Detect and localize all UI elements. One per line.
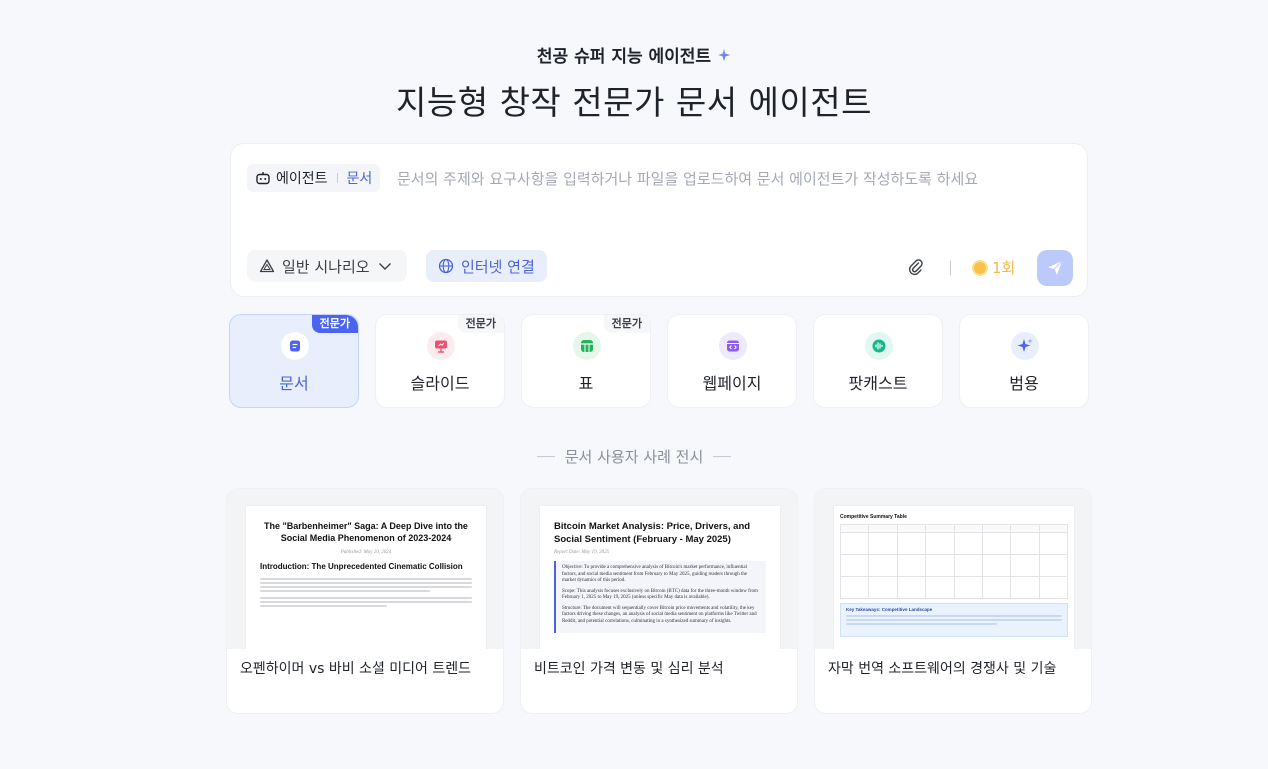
- eyebrow-text: 천공 슈퍼 지능 에이전트: [536, 47, 712, 67]
- agent-selector[interactable]: 에이전트 문서: [247, 164, 381, 192]
- category-document[interactable]: 전문가 문서: [229, 314, 359, 408]
- preview-body: [260, 578, 472, 607]
- internet-label: 인터넷 연결: [461, 257, 535, 276]
- robot-icon: [256, 172, 270, 185]
- preview-box-title: Key Takeaways: Competitive Landscape: [846, 607, 933, 612]
- document-preview: The "Barbenheimer" Saga: A Deep Dive int…: [246, 506, 486, 649]
- category-label: 팟캐스트: [848, 374, 908, 393]
- case-caption: 자막 번역 소프트웨어의 경쟁사 및 기술: [828, 661, 1057, 677]
- category-label: 문서: [279, 374, 309, 393]
- preview-heading: Introduction: The Unprecedented Cinemati…: [260, 562, 463, 571]
- category-podcast[interactable]: 팟캐스트: [813, 314, 943, 408]
- case-thumbnail: Competitive Summary Table Key Takeaways:…: [815, 489, 1091, 649]
- showcase-card-barbenheimer[interactable]: The "Barbenheimer" Saga: A Deep Dive int…: [226, 488, 504, 714]
- category-label: 슬라이드: [410, 374, 470, 393]
- preview-title: The "Barbenheimer" Saga: A Deep Dive int…: [264, 521, 468, 543]
- category-general[interactable]: 범용: [959, 314, 1089, 408]
- showcase-card-subtitle-software[interactable]: Competitive Summary Table Key Takeaways:…: [814, 488, 1092, 714]
- preview-meta: Report Date: May 19, 2025: [554, 550, 610, 555]
- podcast-icon: [865, 332, 893, 360]
- preview-callout: Objective: To provide a comprehensive an…: [554, 561, 766, 633]
- category-table[interactable]: 전문가 표: [521, 314, 651, 408]
- agent-type: 문서: [346, 171, 373, 187]
- send-button[interactable]: [1037, 250, 1073, 286]
- credits-counter: 1회: [972, 257, 1015, 278]
- preview-title: Bitcoin Market Analysis: Price, Drivers,…: [554, 521, 751, 545]
- expert-badge: 전문가: [457, 315, 504, 333]
- showcase-title: 문서 사용자 사례 전시: [0, 446, 1268, 467]
- page-eyebrow: 천공 슈퍼 지능 에이전트: [0, 42, 1268, 67]
- category-slides[interactable]: 전문가 슬라이드: [375, 314, 505, 408]
- sparkle-icon: [717, 48, 731, 61]
- triangle-icon: [259, 259, 275, 273]
- document-icon: [281, 332, 309, 360]
- category-label: 표: [578, 374, 594, 393]
- scenario-dropdown[interactable]: 일반 시나리오: [247, 250, 407, 282]
- paper-plane-icon: [1048, 260, 1063, 275]
- presentation-icon: [427, 332, 455, 360]
- preview-takeaways: Key Takeaways: Competitive Landscape: [840, 603, 1068, 637]
- category-label: 범용: [1009, 374, 1039, 393]
- showcase-title-text: 문서 사용자 사례 전시: [564, 448, 704, 466]
- preview-structure: Structure: The document will sequentiall…: [562, 605, 757, 624]
- chip-divider: [336, 173, 338, 183]
- webpage-icon: [719, 332, 747, 360]
- document-preview: Bitcoin Market Analysis: Price, Drivers,…: [540, 506, 780, 649]
- sparkle-icon: [1011, 332, 1039, 360]
- scenario-label: 일반 시나리오: [282, 257, 370, 276]
- coin-icon: [972, 259, 988, 276]
- preview-scope: Scope: This analysis focuses exclusively…: [562, 588, 758, 601]
- internet-toggle[interactable]: 인터넷 연결: [426, 250, 547, 282]
- document-preview: Competitive Summary Table Key Takeaways:…: [834, 506, 1074, 649]
- title-dash: [713, 456, 732, 457]
- page-title: 지능형 창작 전문가 문서 에이전트: [396, 83, 872, 122]
- preview-title: Competitive Summary Table: [840, 514, 907, 520]
- preview-meta: Published: May 10, 2024: [340, 550, 392, 555]
- expert-badge: 전문가: [603, 315, 650, 333]
- expert-badge: 전문가: [311, 315, 358, 333]
- table-icon: [573, 332, 601, 360]
- chevron-down-icon: [378, 263, 391, 270]
- case-caption: 비트코인 가격 변동 및 심리 분석: [534, 661, 724, 677]
- toolbar-divider: [950, 261, 951, 275]
- category-webpage[interactable]: 웹페이지: [667, 314, 797, 408]
- agent-label: 에이전트: [276, 171, 328, 187]
- preview-table: [839, 524, 1069, 599]
- case-thumbnail: Bitcoin Market Analysis: Price, Drivers,…: [521, 489, 797, 649]
- case-thumbnail: The "Barbenheimer" Saga: A Deep Dive int…: [227, 489, 503, 649]
- preview-objective: Objective: To provide a comprehensive an…: [562, 565, 748, 583]
- prompt-composer: 에이전트 문서 문서의 주제와 요구사항을 입력하거나 파일을 업로드하여 문서…: [230, 143, 1088, 297]
- category-label: 웹페이지: [702, 374, 762, 393]
- credits-label: 1회: [992, 259, 1016, 277]
- paperclip-icon[interactable]: [907, 258, 925, 276]
- globe-icon: [438, 258, 454, 274]
- case-caption: 오펜하이머 vs 바비 소셜 미디어 트렌드: [240, 661, 472, 677]
- prompt-input[interactable]: 문서의 주제와 요구사항을 입력하거나 파일을 업로드하여 문서 에이전트가 작…: [397, 168, 1077, 189]
- title-dash: [536, 456, 555, 457]
- showcase-card-bitcoin[interactable]: Bitcoin Market Analysis: Price, Drivers,…: [520, 488, 798, 714]
